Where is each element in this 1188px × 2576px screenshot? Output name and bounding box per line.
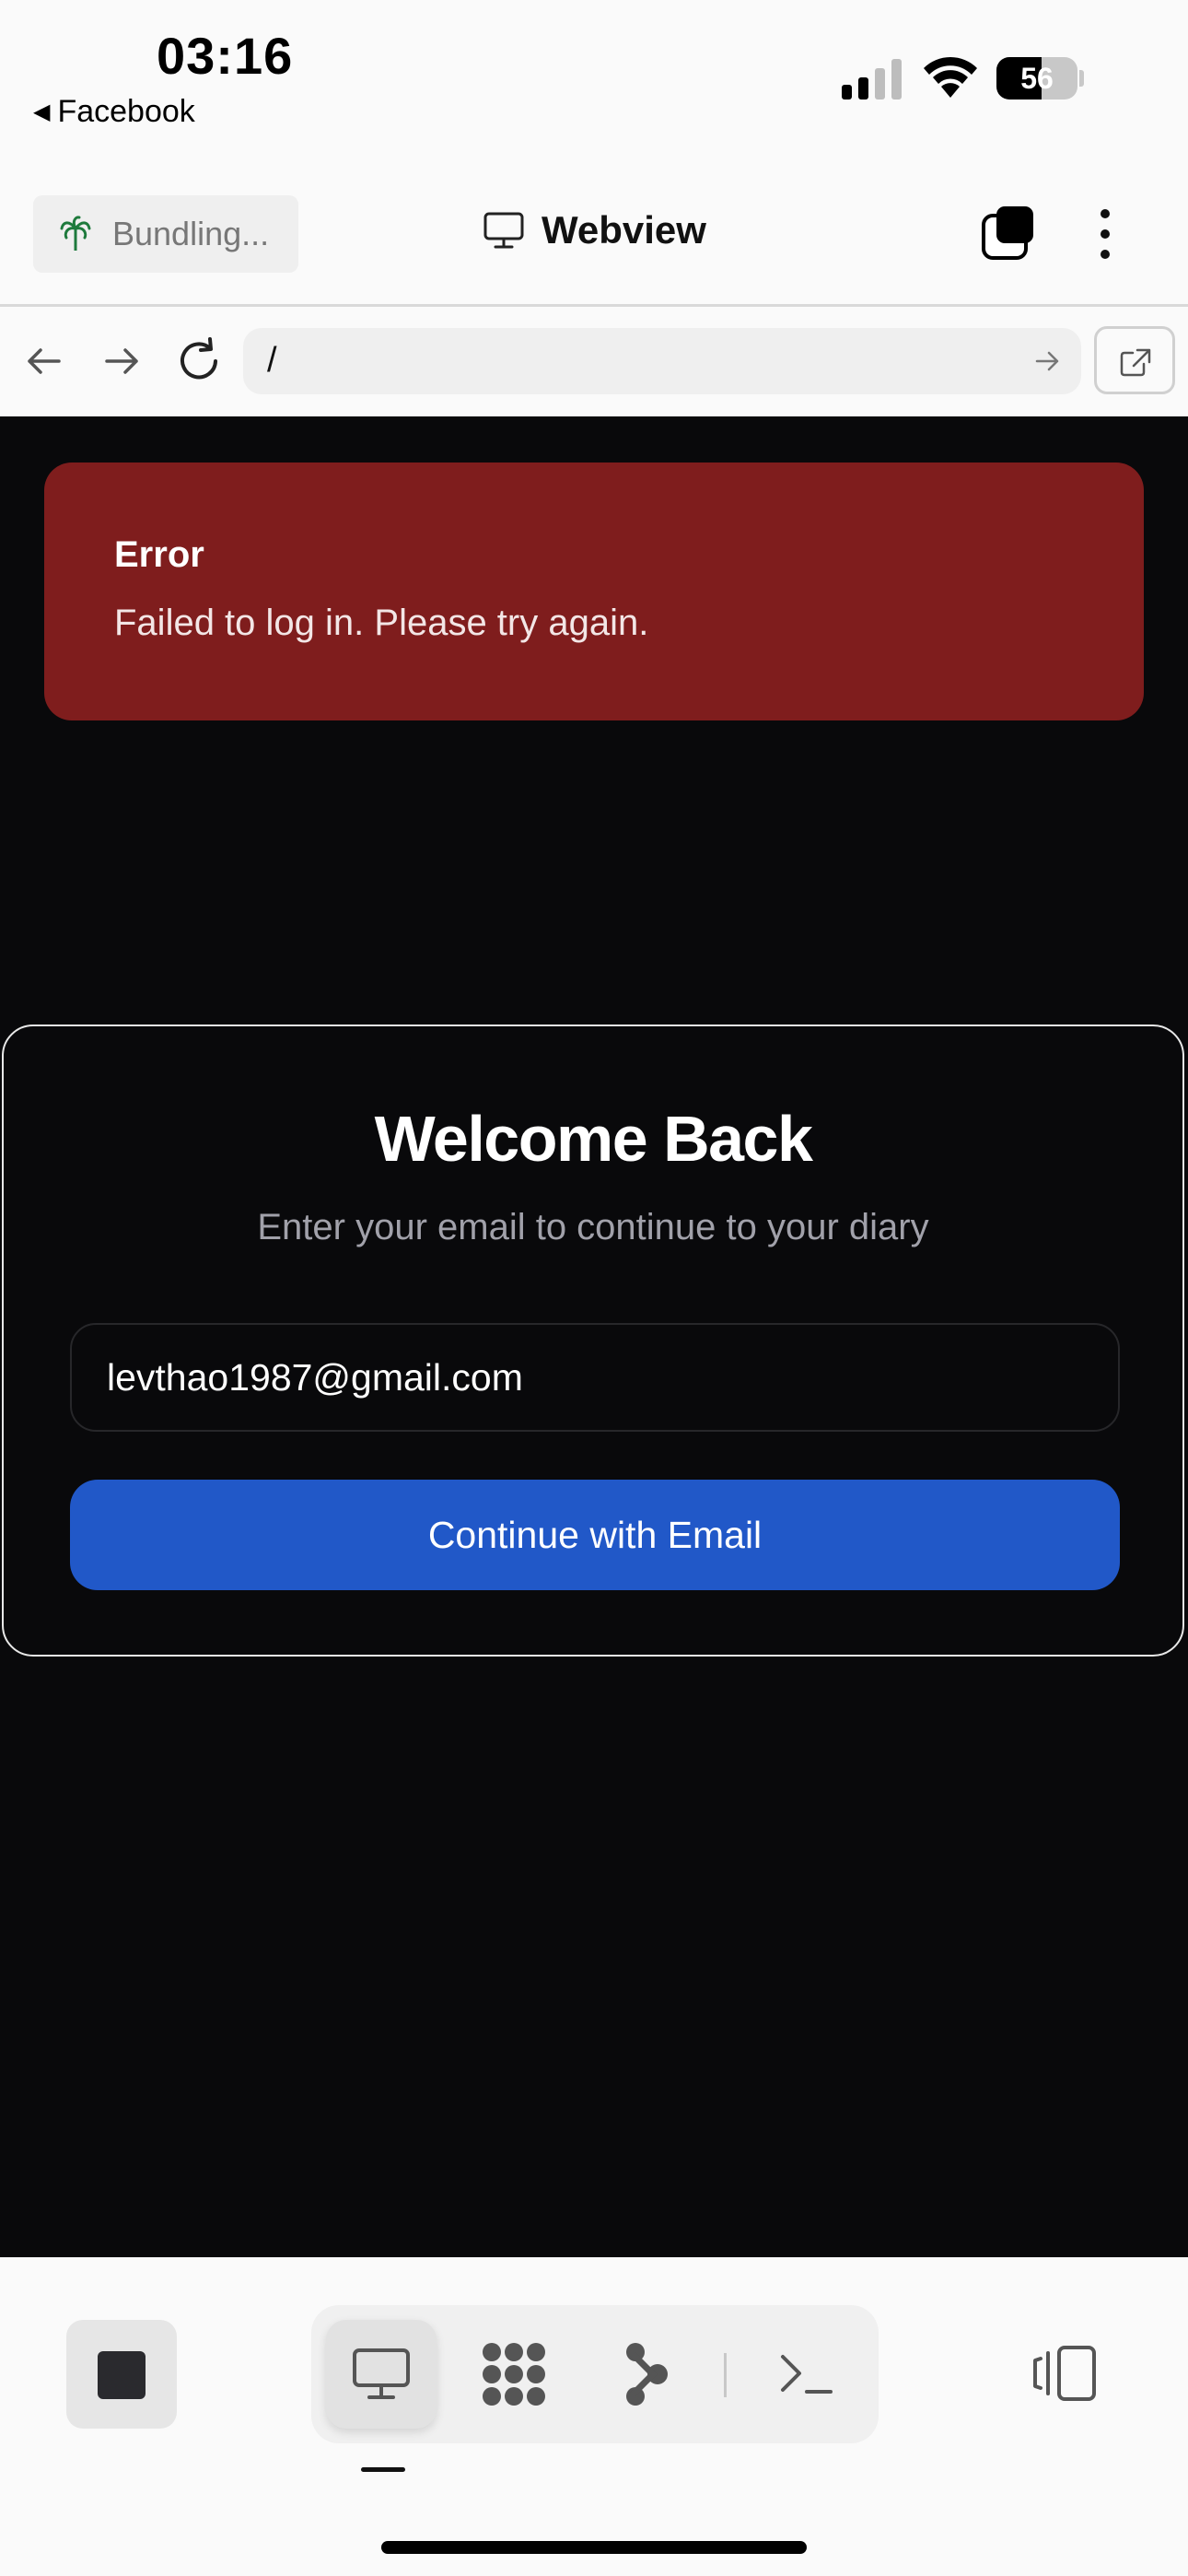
battery-percent: 56: [1020, 62, 1054, 95]
error-alert: Error Failed to log in. Please try again…: [44, 463, 1144, 720]
login-heading: Welcome Back: [374, 1103, 813, 1175]
home-indicator: [381, 2541, 807, 2554]
molecule-grid-icon: [483, 2343, 545, 2406]
login-subtitle: Enter your email to continue to your dia…: [257, 1207, 929, 1247]
tabs-icon[interactable]: [980, 205, 1035, 262]
back-arrow-icon[interactable]: [18, 335, 70, 387]
tab-share[interactable]: [591, 2320, 702, 2429]
tab-grid[interactable]: [459, 2320, 569, 2429]
open-external-button[interactable]: [1094, 326, 1175, 394]
external-link-icon: [1120, 348, 1151, 377]
back-triangle-icon: ◀: [33, 100, 51, 124]
error-title: Error: [114, 534, 204, 575]
forward-arrow-icon[interactable]: [96, 335, 147, 387]
reload-icon[interactable]: [173, 335, 225, 387]
url-bar[interactable]: /: [243, 328, 1081, 394]
stop-square-icon: [98, 2351, 146, 2399]
header-divider: [0, 304, 1188, 307]
bundling-status-chip: Bundling...: [33, 195, 298, 273]
panels-toggle-icon[interactable]: [1031, 2344, 1100, 2403]
back-app-label: Facebook: [57, 94, 195, 129]
terminal-icon: [781, 2355, 833, 2394]
url-path: /: [267, 341, 277, 380]
wifi-icon: [924, 56, 977, 98]
stop-button[interactable]: [66, 2320, 177, 2429]
status-time: 03:16: [157, 27, 294, 85]
share-nodes-icon: [626, 2343, 668, 2406]
bundling-label: Bundling...: [112, 215, 270, 252]
cellular-signal-icon: [842, 59, 902, 100]
toolbar-divider: [724, 2353, 727, 2397]
login-card: Welcome Back Enter your email to continu…: [2, 1025, 1184, 1657]
webview-title: Webview: [483, 208, 706, 252]
palm-tree-icon: [60, 216, 91, 251]
monitor-icon: [483, 212, 524, 249]
tab-terminal[interactable]: [751, 2320, 862, 2429]
back-to-app-link[interactable]: ◀ Facebook: [33, 94, 195, 130]
continue-with-email-button[interactable]: Continue with Email: [70, 1480, 1120, 1590]
battery-indicator: 56: [996, 57, 1085, 101]
email-field[interactable]: [70, 1323, 1120, 1432]
monitor-icon: [353, 2348, 410, 2399]
more-options-icon[interactable]: [1092, 206, 1118, 262]
go-arrow-icon[interactable]: [1033, 346, 1063, 376]
view-switcher: [311, 2305, 879, 2443]
error-message: Failed to log in. Please try again.: [114, 603, 649, 643]
active-tab-indicator: [361, 2467, 405, 2472]
page-title: Webview: [542, 208, 706, 252]
tab-webview[interactable]: [326, 2320, 437, 2429]
